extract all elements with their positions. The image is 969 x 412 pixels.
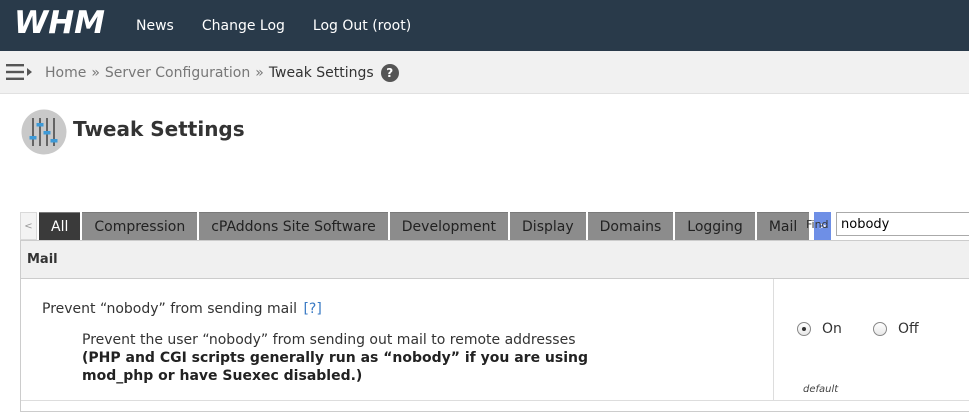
setting-note: (PHP and CGI scripts generally run as “n… bbox=[82, 350, 589, 384]
radio-on[interactable] bbox=[797, 322, 811, 336]
tab-domains[interactable]: Domains bbox=[587, 212, 674, 240]
nav-change-log-link[interactable]: Change Log bbox=[202, 18, 285, 34]
option-on[interactable]: On bbox=[797, 321, 842, 337]
category-tabs: < All Compression cPAddons Site Software… bbox=[20, 212, 832, 240]
nav-news-link[interactable]: News bbox=[136, 18, 174, 34]
breadcrumb-current: Tweak Settings bbox=[268, 64, 374, 81]
setting-name: Prevent “nobody” from sending mail bbox=[42, 301, 298, 317]
nav-logout-link[interactable]: Log Out (root) bbox=[313, 18, 411, 34]
tab-all[interactable]: All bbox=[39, 212, 81, 240]
breadcrumb: Home » Server Configuration » Tweak Sett… bbox=[45, 51, 399, 94]
breadcrumb-home-link[interactable]: Home bbox=[45, 65, 86, 81]
tab-logging[interactable]: Logging bbox=[675, 212, 755, 240]
option-off-label: Off bbox=[898, 321, 919, 337]
breadcrumb-separator: » bbox=[255, 64, 264, 81]
option-off[interactable]: Off bbox=[873, 321, 919, 337]
tab-development[interactable]: Development bbox=[389, 212, 509, 240]
find-input[interactable] bbox=[836, 212, 969, 236]
sliders-icon bbox=[21, 109, 67, 155]
tab-mail[interactable]: Mail bbox=[756, 212, 810, 240]
tabs-prev-button[interactable]: < bbox=[20, 212, 37, 240]
top-nav-links: News Change Log Log Out (root) bbox=[136, 0, 439, 51]
column-divider bbox=[773, 279, 774, 401]
svg-text:WHM: WHM bbox=[14, 5, 105, 38]
question-circle-icon[interactable]: ? bbox=[380, 63, 399, 82]
tab-display[interactable]: Display bbox=[510, 212, 586, 240]
page-title: Tweak Settings bbox=[73, 117, 245, 141]
breadcrumb-server-configuration-link[interactable]: Server Configuration bbox=[105, 65, 250, 81]
section-heading: Mail bbox=[21, 241, 969, 279]
setting-row: Prevent “nobody” from sending mail [?] P… bbox=[21, 279, 969, 401]
setting-description: Prevent the user “nobody” from sending o… bbox=[82, 332, 576, 348]
whm-logo[interactable]: WHM bbox=[12, 4, 122, 38]
tab-compression[interactable]: Compression bbox=[82, 212, 198, 240]
default-label: default bbox=[803, 384, 839, 395]
settings-panel: Mail Prevent “nobody” from sending mail … bbox=[20, 240, 969, 412]
breadcrumb-separator: » bbox=[91, 64, 100, 81]
setting-name-container: Prevent “nobody” from sending mail [?] bbox=[42, 301, 322, 317]
tab-cpaddons-site-software[interactable]: cPAddons Site Software bbox=[199, 212, 388, 240]
find-label: Find bbox=[806, 218, 829, 231]
option-on-label: On bbox=[822, 321, 842, 337]
breadcrumb-bar: Home » Server Configuration » Tweak Sett… bbox=[0, 51, 969, 94]
radio-off[interactable] bbox=[873, 322, 887, 336]
setting-help-link[interactable]: [?] bbox=[303, 301, 321, 317]
top-navbar: WHM News Change Log Log Out (root) bbox=[0, 0, 969, 51]
hamburger-arrow-icon[interactable] bbox=[6, 63, 32, 81]
